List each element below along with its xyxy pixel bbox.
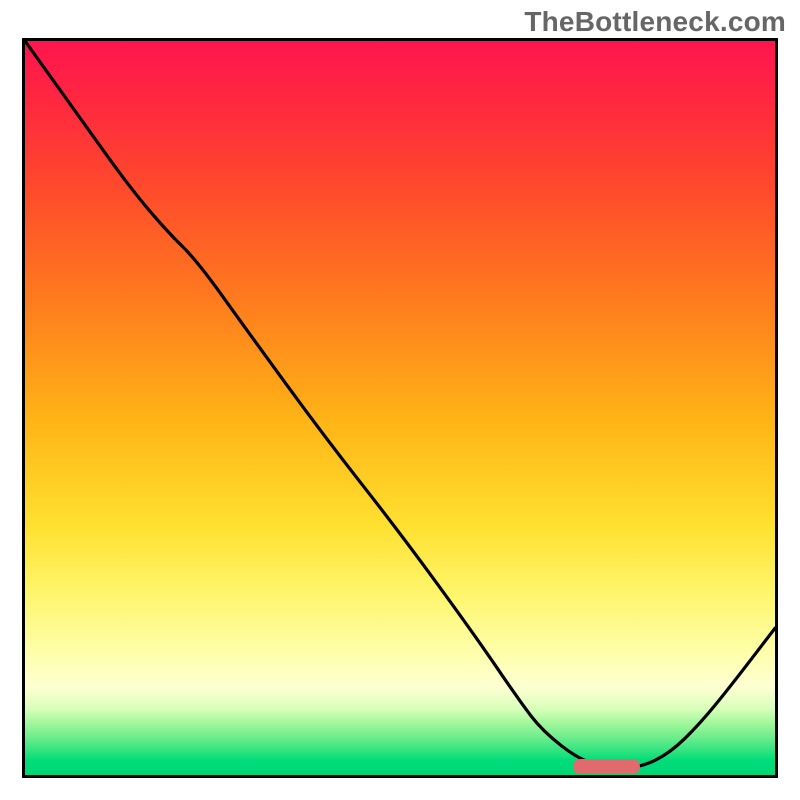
site-watermark: TheBottleneck.com (524, 6, 786, 38)
bottleneck-curve (25, 41, 775, 775)
chart-area (22, 38, 778, 778)
optimal-range-marker (573, 759, 641, 774)
